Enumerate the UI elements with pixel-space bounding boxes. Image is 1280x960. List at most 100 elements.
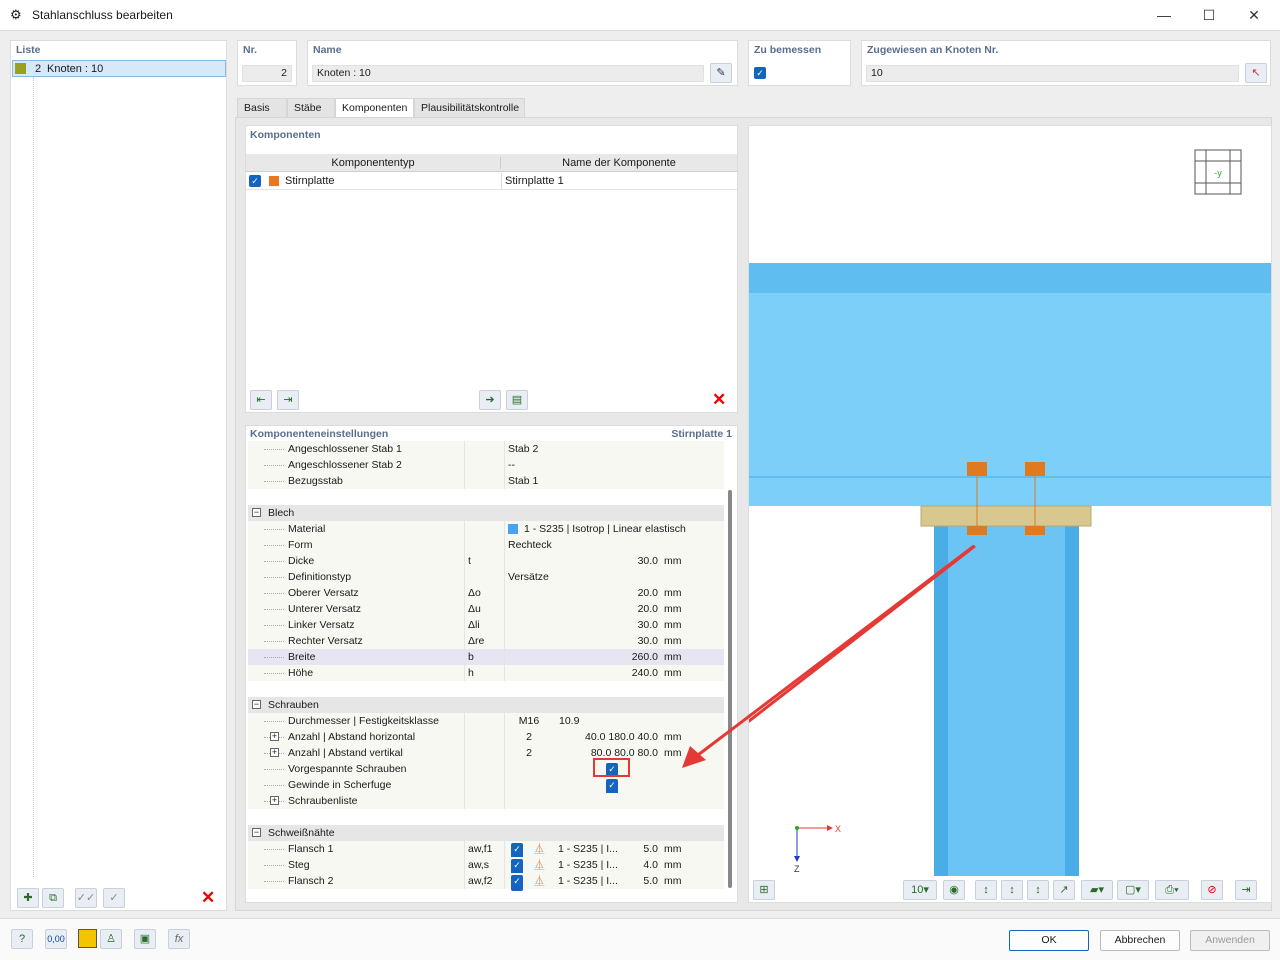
row-count[interactable]: M16 bbox=[504, 713, 554, 729]
delete-component-icon[interactable]: ✕ bbox=[712, 390, 726, 410]
tree-row[interactable]: Material 1 - S235 | Isotrop | Linear elas… bbox=[248, 521, 724, 537]
pick-node-icon[interactable]: ↖ bbox=[1245, 63, 1267, 83]
column-name[interactable]: Name der Komponente bbox=[501, 157, 737, 169]
help-icon[interactable]: ? bbox=[11, 929, 33, 949]
minimize-button[interactable]: — bbox=[1144, 4, 1184, 26]
tab-staebe[interactable]: Stäbe bbox=[287, 98, 335, 118]
name-field[interactable]: Knoten : 10 bbox=[312, 65, 704, 82]
row-value[interactable]: Stab 2 bbox=[508, 441, 538, 457]
tree-row[interactable]: + Anzahl | Abstand vertikal 2 80.0 80.0 80.… bbox=[248, 745, 724, 761]
row-number[interactable]: 4.0 bbox=[643, 857, 658, 873]
expand-icon[interactable]: + bbox=[270, 796, 279, 805]
cancel-button[interactable]: Abbrechen bbox=[1100, 930, 1180, 951]
apply-button[interactable]: Anwenden bbox=[1190, 930, 1270, 951]
tree-row[interactable]: + Schraubenliste bbox=[248, 793, 724, 809]
row-number[interactable]: 30.0 bbox=[638, 553, 658, 569]
tree-row[interactable]: Definitionstyp Versätze bbox=[248, 569, 724, 585]
view-z-icon[interactable]: ↕ bbox=[1027, 880, 1049, 900]
weld-material[interactable]: 1 - S235 | I... bbox=[558, 841, 618, 857]
tree-group[interactable]: − Schweißnähte bbox=[248, 825, 724, 841]
tree-row[interactable]: Flansch 1 aw,f1 ✓ ⏅ 1 - S235 | I... 5.0 mm bbox=[248, 841, 724, 859]
maximize-button[interactable]: ☐ bbox=[1189, 4, 1229, 26]
row-checkbox[interactable]: ✓ bbox=[249, 175, 261, 187]
nr-field[interactable]: 2 bbox=[242, 65, 292, 82]
row-number[interactable]: 30.0 bbox=[638, 617, 658, 633]
tree-row[interactable]: Unterer Versatz Δu 20.0 mm bbox=[248, 601, 724, 617]
reset-view-icon[interactable]: ⊘ bbox=[1201, 880, 1223, 900]
weld-material[interactable]: 1 - S235 | I... bbox=[558, 857, 618, 873]
tree-group[interactable]: − Blech bbox=[248, 505, 724, 521]
edit-name-icon[interactable]: ✎ bbox=[710, 63, 732, 83]
row-value[interactable]: Rechteck bbox=[508, 537, 552, 553]
color-icon[interactable] bbox=[78, 929, 97, 948]
row-number[interactable]: 20.0 bbox=[638, 585, 658, 601]
tree-row[interactable]: Oberer Versatz Δo 20.0 mm bbox=[248, 585, 724, 601]
view-settings-icon[interactable]: ⊞ bbox=[753, 880, 775, 900]
units-icon[interactable]: 0,00 bbox=[45, 929, 67, 949]
tree-row[interactable]: Dicke t 30.0 mm bbox=[248, 553, 724, 569]
row-number[interactable]: 40.0 180.0 40.0 bbox=[585, 729, 658, 745]
tree-row[interactable]: Bezugsstab Stab 1 bbox=[248, 473, 724, 489]
model-icon[interactable]: ♙ bbox=[100, 929, 122, 949]
print-dropdown[interactable]: ⎙▾ bbox=[1155, 880, 1189, 900]
row-number[interactable]: 5.0 bbox=[643, 841, 658, 857]
row-count[interactable]: 2 bbox=[504, 745, 554, 761]
row-value[interactable]: 10.9 bbox=[559, 713, 579, 729]
tab-komponenten[interactable]: Komponenten bbox=[335, 98, 414, 118]
row-value[interactable]: 1 - S235 | Isotrop | Linear elastisch bbox=[524, 521, 686, 537]
tree-row[interactable]: Form Rechteck bbox=[248, 537, 724, 553]
table-row[interactable]: ✓ Stirnplatte Stirnplatte 1 bbox=[246, 173, 737, 190]
delete-icon[interactable]: ✕ bbox=[201, 888, 215, 908]
tree-row[interactable]: Linker Versatz Δli 30.0 mm bbox=[248, 617, 724, 633]
view-iso-icon[interactable]: ↗ bbox=[1053, 880, 1075, 900]
check-all-icon[interactable]: ✓✓ bbox=[75, 888, 97, 908]
zoom-level-dropdown[interactable]: 10▾ bbox=[903, 880, 937, 900]
import-icon[interactable]: ➔ bbox=[479, 390, 501, 410]
collapse-icon[interactable]: − bbox=[252, 700, 261, 709]
design-checkbox[interactable]: ✓ bbox=[754, 67, 766, 79]
tree-row[interactable]: Angeschlossener Stab 1 Stab 2 bbox=[248, 441, 724, 457]
collapse-icon[interactable]: − bbox=[252, 828, 261, 837]
row-number[interactable]: 30.0 bbox=[638, 633, 658, 649]
row-value[interactable]: -- bbox=[508, 457, 515, 473]
uncheck-icon[interactable]: ✓ bbox=[103, 888, 125, 908]
3d-view[interactable]: -y X Z ⊞ 10▾ ◉ ↕ ↕ ↕ ↗ ▰▾ ▢▾ ⎙▾ ⊘ ⇥ bbox=[748, 125, 1272, 903]
visibility-dropdown[interactable]: ▢▾ bbox=[1117, 880, 1149, 900]
copy-icon[interactable]: ⧉ bbox=[42, 888, 64, 908]
tree-row[interactable]: Durchmesser | Festigkeitsklasse M16 10.9 bbox=[248, 713, 724, 729]
view-y-icon[interactable]: ↕ bbox=[1001, 880, 1023, 900]
weld-material[interactable]: 1 - S235 | I... bbox=[558, 873, 618, 889]
tree-row[interactable]: Rechter Versatz Δre 30.0 mm bbox=[248, 633, 724, 649]
view-x-icon[interactable]: ↕ bbox=[975, 880, 997, 900]
expand-icon[interactable]: + bbox=[270, 732, 279, 741]
close-button[interactable]: ✕ bbox=[1234, 4, 1274, 26]
tree-row[interactable]: Vorgespannte Schrauben ✓ bbox=[248, 761, 724, 779]
library-icon[interactable]: ▤ bbox=[506, 390, 528, 410]
tree-row[interactable]: Breite b 260.0 mm bbox=[248, 649, 724, 665]
row-number[interactable]: 5.0 bbox=[643, 873, 658, 889]
row-count[interactable]: 2 bbox=[504, 729, 554, 745]
tree-row[interactable]: Steg aw,s ✓ ⏅ 1 - S235 | I... 4.0 mm bbox=[248, 857, 724, 875]
formula-icon[interactable]: fx bbox=[168, 929, 190, 949]
tree-row[interactable]: Flansch 2 aw,f2 ✓ ⏅ 1 - S235 | I... 5.0 mm bbox=[248, 873, 724, 891]
tree-group[interactable]: − Schrauben bbox=[248, 697, 724, 713]
column-type[interactable]: Komponententyp bbox=[246, 157, 501, 169]
tab-plausibilitaet[interactable]: Plausibilitätskontrolle bbox=[414, 98, 525, 118]
row-number[interactable]: 20.0 bbox=[638, 601, 658, 617]
assigned-field[interactable]: 10 bbox=[866, 65, 1239, 82]
collapse-icon[interactable]: − bbox=[252, 508, 261, 517]
list-item[interactable]: 2 Knoten : 10 bbox=[12, 60, 226, 77]
view-icon[interactable]: ▣ bbox=[134, 929, 156, 949]
row-number[interactable]: 240.0 bbox=[632, 665, 658, 681]
render-mode-dropdown[interactable]: ▰▾ bbox=[1081, 880, 1113, 900]
ok-button[interactable]: OK bbox=[1009, 930, 1089, 951]
exit-view-icon[interactable]: ⇥ bbox=[1235, 880, 1257, 900]
expand-icon[interactable]: + bbox=[270, 748, 279, 757]
row-value[interactable]: Stab 1 bbox=[508, 473, 538, 489]
tree-row[interactable]: Gewinde in Scherfuge ✓ bbox=[248, 777, 724, 795]
tree-row[interactable]: + Anzahl | Abstand horizontal 2 40.0 180.0 … bbox=[248, 729, 724, 745]
display-icon[interactable]: ◉ bbox=[943, 880, 965, 900]
move-out-icon[interactable]: ⇥ bbox=[277, 390, 299, 410]
row-number[interactable]: 260.0 bbox=[632, 649, 658, 665]
weld-checkbox[interactable]: ✓ bbox=[511, 875, 523, 891]
